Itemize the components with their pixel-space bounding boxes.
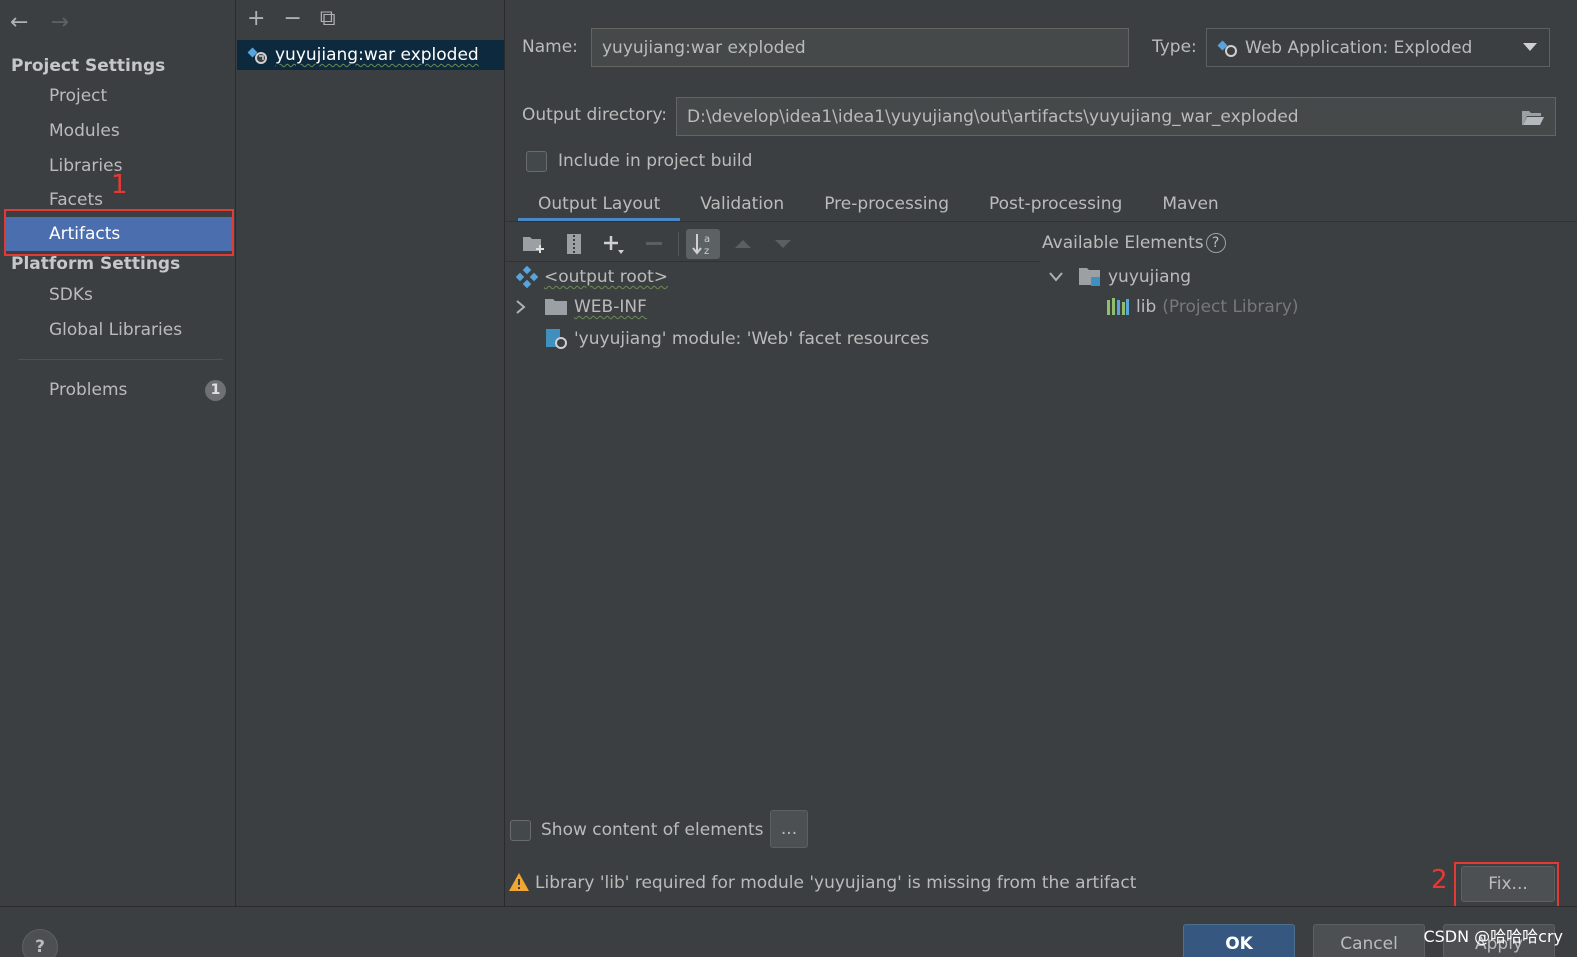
archive-icon[interactable]: [554, 229, 594, 259]
web-inf-label: WEB-INF: [574, 297, 647, 317]
artifact-item-label: yuyujiang:war exploded: [275, 45, 479, 65]
output-directory-label: Output directory:: [522, 105, 667, 125]
annotation-number-2: 2: [1431, 865, 1448, 895]
output-directory-input[interactable]: D:\develop\idea1\idea1\yuyujiang\out\art…: [676, 97, 1556, 136]
output-root-icon: [516, 266, 538, 288]
name-input[interactable]: yuyujiang:war exploded: [591, 28, 1129, 67]
platform-settings-heading: Platform Settings: [11, 254, 181, 274]
output-directory-value: D:\develop\idea1\idea1\yuyujiang\out\art…: [687, 106, 1299, 127]
nav-arrows: ← →: [10, 10, 69, 35]
sidebar-item-modules[interactable]: Modules: [4, 114, 233, 148]
ellipsis-button[interactable]: ...: [770, 810, 808, 848]
dialog-footer: ? OK Cancel Apply CSDN @哈哈哈cry: [0, 906, 1577, 957]
svg-text:z: z: [704, 246, 709, 257]
type-select-value: Web Application: Exploded: [1245, 37, 1473, 58]
settings-sidebar: ← → Project Settings Project Modules Lib…: [0, 0, 236, 906]
tab-validation[interactable]: Validation: [680, 190, 804, 222]
sidebar-divider: [18, 359, 223, 360]
tab-pre-processing[interactable]: Pre-processing: [804, 190, 969, 222]
artifact-details-panel: Name: yuyujiang:war exploded Type: Web A…: [506, 0, 1577, 908]
library-icon: [1107, 298, 1129, 315]
warning-message: Library 'lib' required for module 'yuyuj…: [535, 873, 1137, 893]
tab-bar: Output Layout Validation Pre-processing …: [518, 190, 1239, 222]
toolbar-divider: [506, 261, 1040, 262]
sidebar-item-sdks[interactable]: SDKs: [4, 278, 233, 312]
facet-resources-label: 'yuyujiang' module: 'Web' facet resource…: [574, 329, 930, 349]
sidebar-item-project[interactable]: Project: [4, 79, 233, 113]
forward-arrow-icon[interactable]: →: [50, 10, 68, 35]
sidebar-item-global-libraries[interactable]: Global Libraries: [4, 313, 233, 347]
type-label: Type:: [1152, 37, 1197, 57]
remove-icon[interactable]: −: [283, 6, 301, 31]
sort-alphabetically-icon[interactable]: az: [686, 229, 720, 259]
svg-text:a: a: [704, 234, 710, 245]
web-facet-icon: [546, 329, 567, 349]
name-label: Name:: [522, 37, 578, 57]
show-content-checkbox[interactable]: [510, 820, 531, 841]
remove-element-icon[interactable]: [634, 229, 674, 259]
toolbar-separator: [678, 232, 679, 256]
watermark: CSDN @哈哈哈cry: [1423, 927, 1563, 946]
annotation-number-1: 1: [111, 170, 128, 200]
ok-button[interactable]: OK: [1183, 924, 1295, 957]
include-in-build-checkbox[interactable]: [526, 151, 547, 172]
folder-icon: [545, 299, 567, 315]
available-module-yuyujiang[interactable]: yuyujiang: [1048, 266, 1191, 288]
copy-icon[interactable]: ⧉: [320, 6, 336, 31]
tab-post-processing[interactable]: Post-processing: [969, 190, 1142, 222]
fix-button[interactable]: Fix...: [1461, 866, 1555, 902]
tab-maven[interactable]: Maven: [1142, 190, 1238, 222]
warning-icon: [509, 873, 529, 891]
include-in-build-label: Include in project build: [558, 151, 753, 171]
module-label: yuyujiang: [1108, 267, 1192, 287]
annotation-box-artifacts: [4, 209, 234, 256]
layout-toolbar: az: [514, 228, 803, 260]
help-button[interactable]: ?: [22, 929, 58, 957]
add-icon[interactable]: +: [247, 6, 265, 31]
problems-label: Problems: [49, 380, 128, 400]
type-select[interactable]: Web Application: Exploded: [1206, 28, 1550, 67]
add-element-icon[interactable]: [594, 229, 634, 259]
sidebar-item-problems[interactable]: Problems 1: [4, 373, 233, 407]
web-app-icon: [1217, 40, 1237, 57]
project-settings-heading: Project Settings: [11, 56, 166, 76]
available-lib-project-library[interactable]: lib (Project Library): [1106, 297, 1299, 317]
new-folder-icon[interactable]: [514, 229, 554, 259]
tree-node-facet-resources[interactable]: 'yuyujiang' module: 'Web' facet resource…: [546, 328, 929, 350]
output-root-label: <output root>: [544, 267, 669, 287]
artifact-list-panel: + − ⧉ yuyujiang:war exploded: [237, 0, 505, 906]
available-elements-title: Available Elements: [1042, 233, 1204, 253]
tree-node-output-root[interactable]: <output root>: [516, 266, 668, 288]
available-elements-header: Available Elements ?: [1042, 233, 1226, 253]
tab-output-layout[interactable]: Output Layout: [518, 190, 681, 222]
back-arrow-icon[interactable]: ←: [10, 10, 28, 35]
problems-count-badge: 1: [205, 380, 226, 401]
tree-node-web-inf[interactable]: WEB-INF: [514, 297, 647, 317]
help-icon[interactable]: ?: [1205, 233, 1226, 253]
cancel-button[interactable]: Cancel: [1313, 924, 1425, 957]
move-up-icon[interactable]: [723, 229, 763, 259]
move-down-icon[interactable]: [763, 229, 803, 259]
chevron-right-icon[interactable]: [514, 299, 528, 315]
module-folder-icon: [1079, 268, 1100, 286]
lib-name: lib: [1136, 297, 1157, 317]
web-artifact-icon: [247, 47, 267, 64]
chevron-down-icon[interactable]: [1048, 270, 1064, 284]
lib-suffix: (Project Library): [1162, 297, 1299, 317]
artifact-item-war-exploded[interactable]: yuyujiang:war exploded: [237, 40, 504, 70]
folder-open-icon[interactable]: [1521, 108, 1545, 126]
show-content-label: Show content of elements: [541, 820, 764, 840]
chevron-down-icon: [1523, 43, 1537, 51]
artifact-list-toolbar: + − ⧉: [247, 6, 336, 31]
tabs-divider: [506, 221, 1577, 222]
